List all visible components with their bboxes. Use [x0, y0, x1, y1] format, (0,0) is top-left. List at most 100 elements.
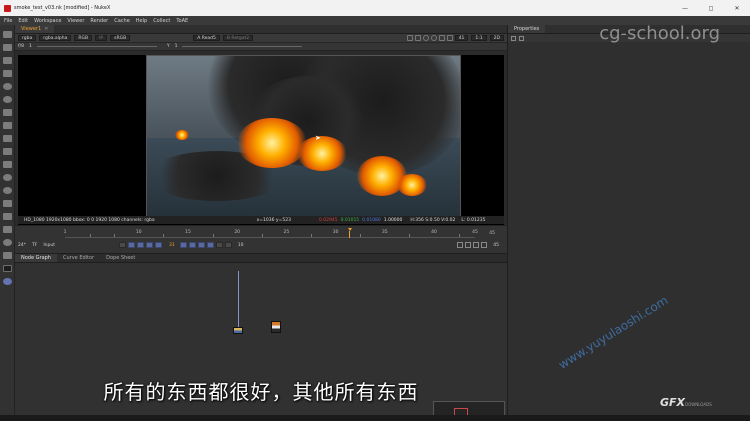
image-tool-icon[interactable] — [2, 31, 12, 38]
viewer-viewport[interactable]: ➤ — [18, 55, 504, 240]
play-backward-icon[interactable] — [154, 242, 162, 248]
tick — [409, 234, 411, 237]
input-a-dropdown[interactable]: A Read5 — [193, 35, 220, 41]
node-graph-canvas[interactable]: 所有的东西都很好，其他所有东西 — [15, 263, 507, 416]
tf-toggle[interactable]: TF — [32, 243, 37, 248]
bounds-icon[interactable] — [481, 242, 488, 248]
menu-viewer[interactable]: Viewer — [67, 18, 84, 24]
pause-icon[interactable] — [430, 35, 437, 41]
alpha-value: 1.00000 — [383, 217, 403, 223]
tab-node-graph[interactable]: Node Graph — [15, 254, 57, 262]
range-end-field[interactable]: 45 — [493, 243, 499, 248]
fstop-field[interactable]: f/8 — [18, 44, 24, 49]
keyer-tool-icon[interactable] — [2, 109, 12, 116]
proxy-dropdown[interactable]: 1:1 — [471, 35, 487, 41]
menu-toae[interactable]: ToAE — [176, 18, 188, 24]
close-icon[interactable]: ✕ — [44, 26, 48, 32]
transport-controls: 24* TF Input 31 10 45 — [15, 240, 507, 250]
flipbook-icon[interactable] — [457, 242, 464, 248]
menu-cache[interactable]: Cache — [114, 18, 130, 24]
gamma-slider[interactable] — [182, 46, 303, 47]
node-graph-minimap[interactable] — [433, 401, 505, 416]
last-frame-icon[interactable] — [215, 242, 223, 248]
tab-dope-sheet[interactable]: Dope Sheet — [100, 254, 141, 262]
wipe-icon[interactable] — [438, 35, 445, 41]
menu-collect[interactable]: Collect — [153, 18, 170, 24]
step-forward-icon[interactable] — [188, 242, 196, 248]
particles-tool-icon[interactable] — [2, 187, 12, 194]
3d-tool-icon[interactable] — [2, 148, 12, 155]
input-range-dropdown[interactable]: Input — [43, 243, 55, 248]
maximize-button[interactable]: ◻ — [698, 5, 724, 12]
loop-mode-icon[interactable] — [224, 242, 232, 248]
tick-label: 35 — [381, 230, 388, 235]
menu-file[interactable]: File — [4, 18, 12, 24]
zoom-dropdown[interactable]: 41 — [454, 35, 469, 41]
input-b-dropdown[interactable]: B Retgat2 — [222, 35, 254, 41]
menu-help[interactable]: Help — [136, 18, 147, 24]
channel-tool-icon[interactable] — [2, 70, 12, 77]
toolsets-tool-icon[interactable] — [2, 213, 12, 220]
tab-curve-editor[interactable]: Curve Editor — [57, 254, 100, 262]
current-frame-field[interactable]: 31 — [169, 243, 175, 248]
fps-field[interactable]: 24* — [18, 243, 26, 248]
menu-render[interactable]: Render — [90, 18, 108, 24]
frame-ruler[interactable]: 1 10 15 20 25 30 35 40 45 — [64, 228, 478, 238]
gain-slider[interactable] — [36, 46, 157, 47]
node-connection-wire[interactable] — [238, 271, 239, 327]
view-mode-dropdown[interactable]: 2D — [489, 35, 504, 41]
lut-dropdown[interactable]: sRGB — [110, 35, 131, 41]
overlay-icon[interactable] — [446, 35, 453, 41]
colorspace-dropdown[interactable]: RGB — [74, 35, 93, 41]
viewer-controls: rgba rgba.alpha RGB IP sRGB A Read5 B Re… — [15, 34, 507, 43]
menu-workspace[interactable]: Workspace — [34, 18, 61, 24]
time-tool-icon[interactable] — [2, 57, 12, 64]
ocula-tool-icon[interactable] — [2, 252, 12, 259]
roi-icon[interactable] — [406, 35, 413, 41]
filter-tool-icon[interactable] — [2, 96, 12, 103]
viewer-node[interactable] — [271, 321, 281, 333]
alpha-dropdown[interactable]: rgba.alpha — [39, 35, 72, 41]
next-keyframe-icon[interactable] — [206, 242, 214, 248]
deep-tool-icon[interactable] — [2, 200, 12, 207]
gain-field[interactable]: 1 — [29, 44, 32, 49]
furnace-tool-icon[interactable] — [2, 239, 12, 246]
close-button[interactable]: ✕ — [724, 5, 750, 12]
merge-tool-icon[interactable] — [2, 122, 12, 129]
plugin-tool-icon[interactable] — [2, 278, 12, 285]
increment-field[interactable]: 10 — [238, 243, 244, 248]
fire-burst — [397, 174, 427, 196]
draw-tool-icon[interactable] — [2, 44, 12, 51]
lock-icon[interactable] — [422, 35, 429, 41]
color-tool-icon[interactable] — [2, 83, 12, 90]
step-back-icon[interactable] — [145, 242, 153, 248]
channels-dropdown[interactable]: rgba — [18, 35, 37, 41]
max-panels-icon[interactable] — [511, 35, 516, 41]
play-forward-icon[interactable] — [179, 242, 187, 248]
pixel-coord: x=1036 y=523 — [256, 217, 291, 223]
views-tool-icon[interactable] — [2, 161, 12, 168]
clear-panels-icon[interactable] — [519, 35, 524, 41]
ip-toggle[interactable]: IP — [95, 35, 108, 41]
gfx-logo: GFXDOWNLOADS — [660, 396, 712, 409]
next-increment-icon[interactable] — [197, 242, 205, 248]
clip-icon[interactable] — [414, 35, 421, 41]
transform-tool-icon[interactable] — [2, 135, 12, 142]
menu-edit[interactable]: Edit — [18, 18, 28, 24]
minimize-button[interactable]: — — [672, 5, 698, 12]
prev-increment-icon[interactable] — [136, 242, 144, 248]
playhead-marker[interactable] — [347, 228, 352, 238]
transport-right: 45 — [457, 242, 499, 248]
cache-icon[interactable] — [465, 242, 472, 248]
metadata-tool-icon[interactable] — [2, 174, 12, 181]
read-node[interactable] — [233, 327, 243, 334]
tab-properties[interactable]: Properties — [508, 25, 546, 33]
other-tool-icon[interactable] — [2, 226, 12, 233]
tab-viewer1[interactable]: Viewer1 ✕ — [15, 25, 55, 33]
render-icon[interactable] — [473, 242, 480, 248]
prev-keyframe-icon[interactable] — [127, 242, 135, 248]
first-frame-icon[interactable] — [118, 242, 126, 248]
viewer-panel: Viewer1 ✕ rgba rgba.alpha RGB IP sRGB A R… — [15, 25, 507, 253]
gamma-field[interactable]: 1 — [175, 44, 178, 49]
fx-tool-icon[interactable] — [2, 265, 12, 272]
